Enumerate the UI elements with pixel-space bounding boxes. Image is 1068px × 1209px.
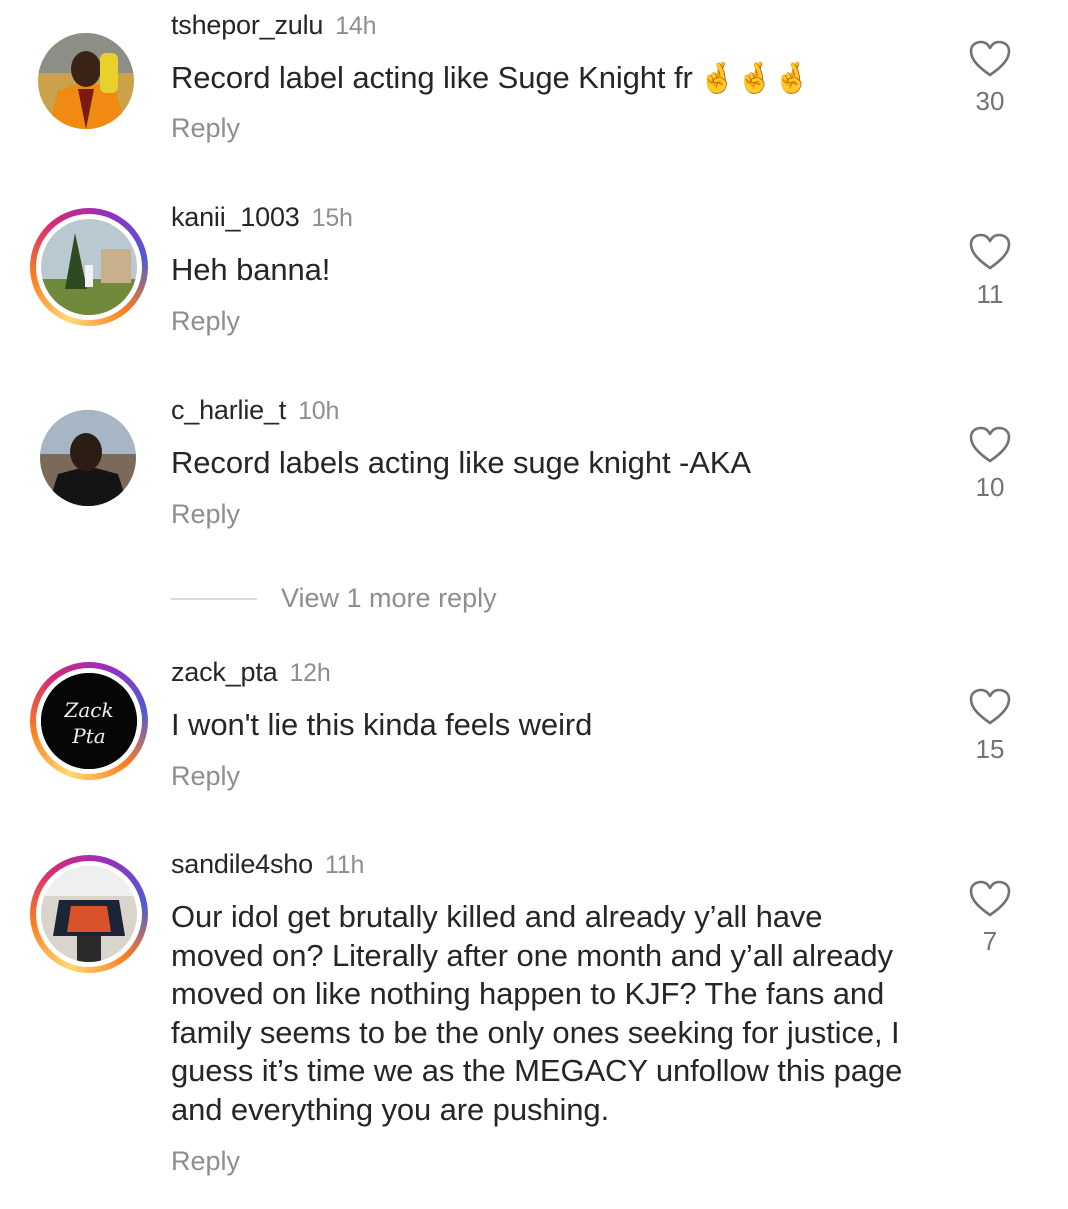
heart-outline-icon — [969, 688, 1011, 725]
reply-button[interactable]: Reply — [171, 113, 240, 144]
view-more-replies-button[interactable]: View 1 more reply — [171, 583, 497, 614]
comment-username[interactable]: kanii_1003 15h — [171, 202, 353, 233]
fingers-crossed-emoji: 🤞🤞🤞 — [698, 62, 811, 95]
user-avatar-icon — [41, 219, 137, 315]
user-avatar-icon: Zack Pta — [41, 673, 137, 769]
comment-time: 15h — [311, 204, 353, 232]
comment-time: 14h — [335, 12, 377, 40]
comment-time: 12h — [289, 659, 331, 687]
avatar[interactable]: Zack Pta — [30, 662, 148, 780]
reply-button[interactable]: Reply — [171, 499, 240, 530]
like-count: 7 — [982, 926, 998, 956]
avatar[interactable] — [30, 208, 148, 326]
reply-button[interactable]: Reply — [171, 761, 240, 792]
like-button[interactable]: 15 — [962, 688, 1018, 765]
user-avatar-icon — [38, 33, 134, 129]
comment-text: I won't lie this kinda feels weird — [171, 707, 593, 742]
like-button[interactable]: 7 — [962, 880, 1018, 957]
avatar-text-zack: Zack — [63, 698, 113, 722]
avatar[interactable] — [30, 855, 148, 973]
comment-text: Heh banna! — [171, 252, 331, 287]
comment-username[interactable]: sandile4sho 11h — [171, 849, 364, 880]
divider-line — [171, 597, 257, 600]
user-avatar-icon — [40, 410, 136, 506]
comment-text: Record label acting like Suge Knight fr 🤞… — [171, 60, 811, 95]
view-more-replies-label: View 1 more reply — [281, 583, 497, 613]
user-avatar-icon — [41, 866, 137, 962]
comment-username[interactable]: tshepor_zulu 14h — [171, 10, 377, 41]
like-button[interactable]: 11 — [962, 233, 1018, 310]
like-button[interactable]: 10 — [962, 426, 1018, 503]
avatar[interactable] — [32, 27, 140, 135]
like-button[interactable]: 30 — [962, 40, 1018, 117]
avatar-text-pta: Pta — [71, 724, 105, 748]
comment-time: 10h — [298, 397, 340, 425]
avatar[interactable] — [36, 406, 140, 510]
reply-button[interactable]: Reply — [171, 306, 240, 337]
heart-outline-icon — [969, 426, 1011, 463]
heart-outline-icon — [969, 40, 1011, 77]
reply-button[interactable]: Reply — [171, 1146, 240, 1177]
comment-username[interactable]: zack_pta 12h — [171, 657, 331, 688]
comment-time: 11h — [324, 851, 365, 879]
comment-username[interactable]: c_harlie_t 10h — [171, 395, 339, 426]
like-count: 15 — [975, 734, 1005, 764]
like-count: 30 — [975, 86, 1005, 116]
like-count: 10 — [975, 472, 1005, 502]
heart-outline-icon — [969, 880, 1011, 917]
comment-text: Record labels acting like suge knight -A… — [171, 445, 751, 480]
like-count: 11 — [976, 279, 1004, 309]
comment-text: Our idol get brutally killed and already… — [171, 899, 903, 1127]
heart-outline-icon — [969, 233, 1011, 270]
